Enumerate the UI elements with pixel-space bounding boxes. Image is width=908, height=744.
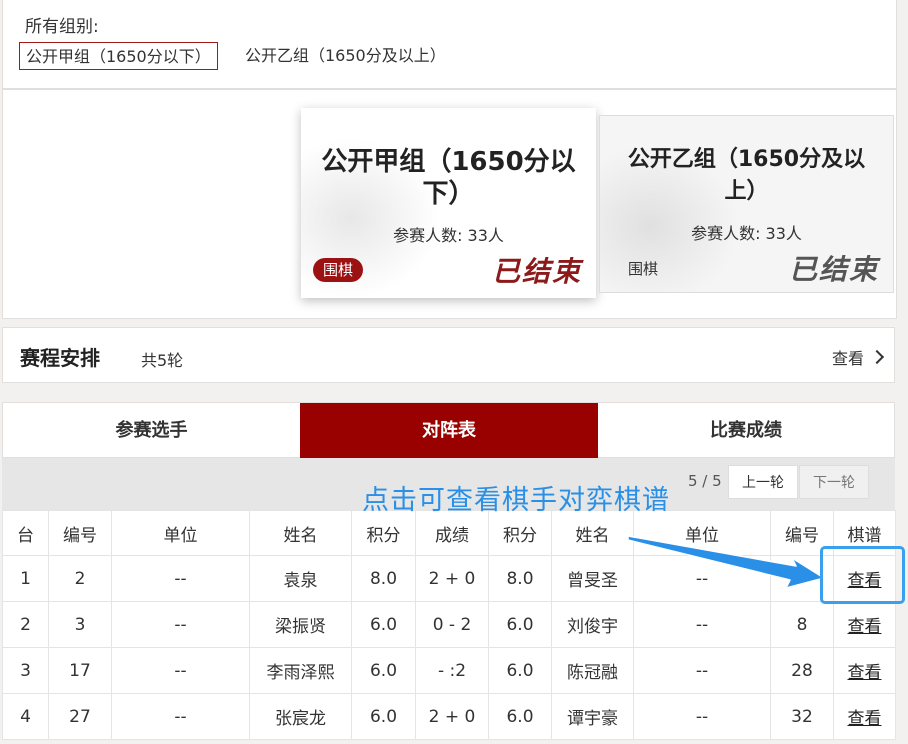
cell-score: 6.0 xyxy=(351,693,416,740)
cell-score: 8.0 xyxy=(488,555,552,602)
tab-bar: 参赛选手 对阵表 比赛成绩 xyxy=(2,402,895,459)
cell-id: 32 xyxy=(770,693,834,740)
cell-name: 张宸龙 xyxy=(249,693,352,740)
view-record-link[interactable]: 查看 xyxy=(833,693,896,740)
cell-name: 梁振贤 xyxy=(249,601,352,648)
schedule-bar: 赛程安排 共5轮 查看 xyxy=(2,327,895,383)
col-header-unit: 单位 xyxy=(111,510,250,556)
card-tag: 围棋 xyxy=(628,260,659,278)
table-row: 2 3 -- 梁振贤 6.0 0 - 2 6.0 刘俊宇 -- 8 查看 xyxy=(2,601,896,648)
card-title: 公开甲组（1650分以下） xyxy=(321,147,576,209)
card-count: 参赛人数: 33人 xyxy=(393,226,504,245)
cell-id: 2 xyxy=(48,555,112,602)
col-header-name: 姓名 xyxy=(551,510,634,556)
schedule-title: 赛程安排 xyxy=(20,346,100,370)
annotation-highlight-box xyxy=(820,546,905,604)
cell-id: 8 xyxy=(770,601,834,648)
round-indicator: 5 / 5 xyxy=(688,472,722,490)
cell-board: 4 xyxy=(2,693,49,740)
cell-unit: -- xyxy=(633,693,771,740)
table-row: 1 2 -- 袁泉 8.0 2 + 0 8.0 曾旻圣 -- 查看 xyxy=(2,555,896,602)
cell-id: 3 xyxy=(48,601,112,648)
schedule-view-label: 查看 xyxy=(831,349,864,368)
group-card-b[interactable]: 公开乙组（1650分及以上） 参赛人数: 33人 围棋 已结束 xyxy=(599,115,894,293)
next-round-button[interactable]: 下一轮 xyxy=(799,465,869,499)
annotation-text: 点击可查看棋手对弈棋谱 xyxy=(362,485,670,516)
card-status: 已结束 xyxy=(788,253,879,286)
cell-board: 1 xyxy=(2,555,49,602)
cell-unit: -- xyxy=(111,693,250,740)
schedule-view-link[interactable]: 查看 xyxy=(831,345,885,369)
prev-round-button[interactable]: 上一轮 xyxy=(728,465,798,499)
col-header-score: 积分 xyxy=(351,510,416,556)
cell-name: 刘俊宇 xyxy=(551,601,634,648)
group-card-a[interactable]: 公开甲组（1650分以下） 参赛人数: 33人 围棋 已结束 xyxy=(301,108,596,298)
cell-id: 28 xyxy=(770,647,834,694)
col-header-id: 编号 xyxy=(48,510,112,556)
table-row: 4 27 -- 张宸龙 6.0 2 + 0 6.0 谭宇豪 -- 32 查看 xyxy=(2,693,896,740)
cell-score: 6.0 xyxy=(488,601,552,648)
cell-unit: -- xyxy=(633,601,771,648)
cell-unit: -- xyxy=(111,555,250,602)
card-tag: 围棋 xyxy=(313,258,364,282)
cell-score: 8.0 xyxy=(351,555,416,602)
cell-name: 谭宇豪 xyxy=(551,693,634,740)
col-header-score: 积分 xyxy=(488,510,552,556)
cell-unit: -- xyxy=(633,647,771,694)
card-count: 参赛人数: 33人 xyxy=(691,224,802,243)
col-header-unit: 单位 xyxy=(633,510,771,556)
tab-results[interactable]: 比赛成绩 xyxy=(598,403,894,459)
view-record-link[interactable]: 查看 xyxy=(833,647,896,694)
group-tab-b[interactable]: 公开乙组（1650分及以上） xyxy=(239,42,452,70)
tab-players[interactable]: 参赛选手 xyxy=(3,403,300,459)
view-record-link[interactable]: 查看 xyxy=(833,601,896,648)
cell-name: 陈冠融 xyxy=(551,647,634,694)
card-status: 已结束 xyxy=(491,255,582,288)
cell-score: 6.0 xyxy=(488,647,552,694)
tab-pairings[interactable]: 对阵表 xyxy=(300,403,598,459)
cell-name: 曾旻圣 xyxy=(551,555,634,602)
cell-score: 6.0 xyxy=(351,647,416,694)
schedule-rounds: 共5轮 xyxy=(141,351,184,370)
card-title: 公开乙组（1650分及以上） xyxy=(627,147,866,204)
col-header-name: 姓名 xyxy=(249,510,352,556)
cell-result: - :2 xyxy=(415,647,489,694)
cell-score: 6.0 xyxy=(488,693,552,740)
groups-title: 所有组别: xyxy=(25,17,99,37)
pairings-table: 台 编号 单位 姓名 积分 成绩 积分 姓名 单位 编号 棋谱 1 2 -- 袁… xyxy=(2,510,896,740)
cell-id: 27 xyxy=(48,693,112,740)
cell-result: 2 + 0 xyxy=(415,693,489,740)
cell-unit: -- xyxy=(111,647,250,694)
col-header-result: 成绩 xyxy=(415,510,489,556)
cell-result: 0 - 2 xyxy=(415,601,489,648)
group-tab-a[interactable]: 公开甲组（1650分以下） xyxy=(19,42,218,70)
cell-score: 6.0 xyxy=(351,601,416,648)
cell-result: 2 + 0 xyxy=(415,555,489,602)
cell-board: 2 xyxy=(2,601,49,648)
cell-unit: -- xyxy=(111,601,250,648)
group-selector: 所有组别: 公开甲组（1650分以下） 公开乙组（1650分及以上） xyxy=(2,0,897,89)
table-row: 3 17 -- 李雨泽熙 6.0 - :2 6.0 陈冠融 -- 28 查看 xyxy=(2,647,896,694)
cell-id: 17 xyxy=(48,647,112,694)
group-cards: 公开甲组（1650分以下） 参赛人数: 33人 围棋 已结束 公开乙组（1650… xyxy=(2,89,897,319)
table-header-row: 台 编号 单位 姓名 积分 成绩 积分 姓名 单位 编号 棋谱 xyxy=(2,510,896,556)
chevron-right-icon xyxy=(869,349,885,365)
cell-name: 袁泉 xyxy=(249,555,352,602)
cell-name: 李雨泽熙 xyxy=(249,647,352,694)
cell-board: 3 xyxy=(2,647,49,694)
cell-unit: -- xyxy=(633,555,771,602)
col-header-board: 台 xyxy=(2,510,49,556)
